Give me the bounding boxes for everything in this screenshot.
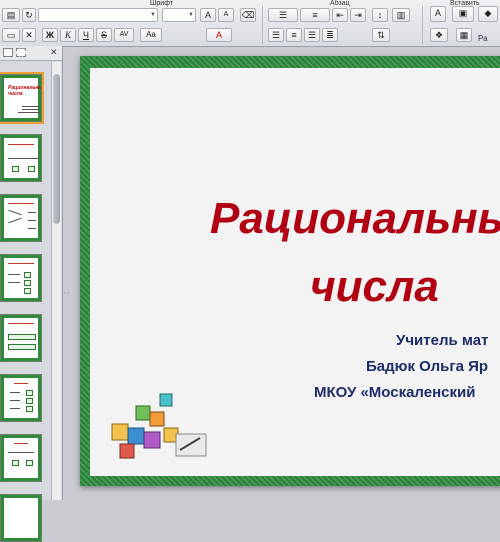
reset-icon: ↻ [25,10,33,20]
quick-styles-icon: ▦ [459,30,469,40]
slides-tab-icon[interactable] [3,48,13,57]
slides-scrollbar[interactable] [51,62,61,500]
slide-thumbnail-8[interactable] [0,494,42,542]
grow-font-button[interactable]: A [200,8,216,22]
insert-shortcut-label: Ра [478,34,488,43]
alphabet-cubes-picture [111,393,207,459]
indent-button[interactable]: ⇥ [350,8,366,22]
bold-button[interactable]: Ж [42,28,58,42]
slide-thumbnail-5[interactable] [0,314,42,362]
numbered-list-icon: ≡ [312,10,318,20]
align-left-icon: ☰ [271,30,281,40]
slide-thumbnail-3[interactable] [0,194,42,242]
arrange-icon: ❖ [434,30,444,40]
delete-slide-button[interactable]: ✕ [22,28,36,42]
section-button[interactable]: ▭ [2,28,20,42]
scrollbar-thumb[interactable] [53,74,60,224]
ribbon: Шрифт Абзац Вставить ▤ ↻ ▼ ▼ A A ⌫ ☰ ≡ ⇤… [0,0,500,47]
chevron-down-icon: ▼ [150,12,156,18]
author-line-3[interactable]: МКОУ «Москаленский [314,384,475,401]
outdent-button[interactable]: ⇤ [332,8,348,22]
thumbnail-title: Рациональные числа [8,85,42,97]
strike-label: S [100,30,107,40]
quick-styles-button[interactable]: ▦ [456,28,472,42]
slide-thumbnail-4[interactable] [0,254,42,302]
clear-format-button[interactable]: ⌫ [240,8,256,22]
layout-icon: ▤ [6,10,16,20]
panel-tabs: ✕ [0,46,62,61]
shrink-font-label: A [223,11,229,18]
layout-button[interactable]: ▤ [2,8,20,22]
text-direction-button[interactable]: ⇅ [372,28,390,42]
chevron-down-icon: ▼ [188,12,194,18]
bullets-button[interactable]: ☰ [268,8,298,22]
change-case-label: Aa [146,30,156,39]
slides-panel: ✕ Рациональные числа [0,46,63,542]
font-color-label: A [215,30,222,40]
underline-label: Ч [83,30,89,40]
slide-title-line-1[interactable]: Рациональны [110,194,500,244]
align-left-button[interactable]: ☰ [268,28,284,42]
justify-icon: ≣ [326,30,334,40]
italic-button[interactable]: К [60,28,76,42]
picture-icon: ▣ [458,8,468,18]
font-size-field[interactable]: ▼ [162,8,196,22]
ribbon-separator [422,6,423,44]
italic-label: К [65,30,71,40]
paragraph-group-label: Абзац [330,0,350,7]
section-icon: ▭ [6,30,16,40]
justify-button[interactable]: ≣ [322,28,338,42]
align-center-icon: ≡ [291,30,297,40]
arrange-button[interactable]: ❖ [430,28,448,42]
strikethrough-button[interactable]: S [96,28,112,42]
outline-tab-icon[interactable] [16,48,26,57]
bullet-list-icon: ☰ [278,10,288,20]
indent-icon: ⇥ [354,10,362,20]
reset-button[interactable]: ↻ [22,8,36,22]
shapes-icon: ◆ [484,8,492,18]
font-group-label: Шрифт [150,0,174,7]
delete-icon: ✕ [25,30,33,40]
outdent-icon: ⇤ [336,10,344,20]
shapes-button[interactable]: ◆ [478,6,498,22]
font-color-button[interactable]: A [206,28,232,42]
text-direction-icon: ⇅ [377,30,385,40]
close-icon[interactable]: ✕ [50,47,58,58]
text-box-button[interactable]: A [430,6,446,22]
slide-thumbnail-7[interactable] [0,434,42,482]
slide-thumbnail-6[interactable] [0,374,42,422]
shrink-font-button[interactable]: A [218,8,234,22]
picture-button[interactable]: ▣ [452,6,474,22]
columns-icon: ▥ [396,10,406,20]
columns-button[interactable]: ▥ [392,8,410,22]
slide-title-line-2[interactable]: числа [90,262,500,312]
text-box-icon: A [434,8,441,18]
cube-icon [111,393,207,459]
slide-thumbnail-1[interactable]: Рациональные числа [0,72,44,124]
eraser-icon: ⌫ [241,10,255,20]
grow-font-label: A [204,10,211,20]
align-right-icon: ☰ [307,30,317,40]
ribbon-separator [262,6,263,44]
font-name-field[interactable]: ▼ [38,8,158,22]
author-line-1[interactable]: Учитель мат [396,332,488,349]
char-spacing-button[interactable]: AV [114,28,134,42]
numbering-button[interactable]: ≡ [300,8,330,22]
align-right-button[interactable]: ☰ [304,28,320,42]
splitter-handle[interactable]: ⋮ [63,290,70,296]
line-spacing-icon: ↕ [377,10,383,20]
align-center-button[interactable]: ≡ [286,28,302,42]
slide-thumbnail-2[interactable] [0,134,42,182]
underline-button[interactable]: Ч [78,28,94,42]
char-spacing-label: AV [119,31,129,38]
change-case-button[interactable]: Aa [140,28,162,42]
line-spacing-button[interactable]: ↕ [372,8,388,22]
bold-label: Ж [45,30,55,40]
author-line-2[interactable]: Бадюк Ольга Яр [366,358,488,375]
